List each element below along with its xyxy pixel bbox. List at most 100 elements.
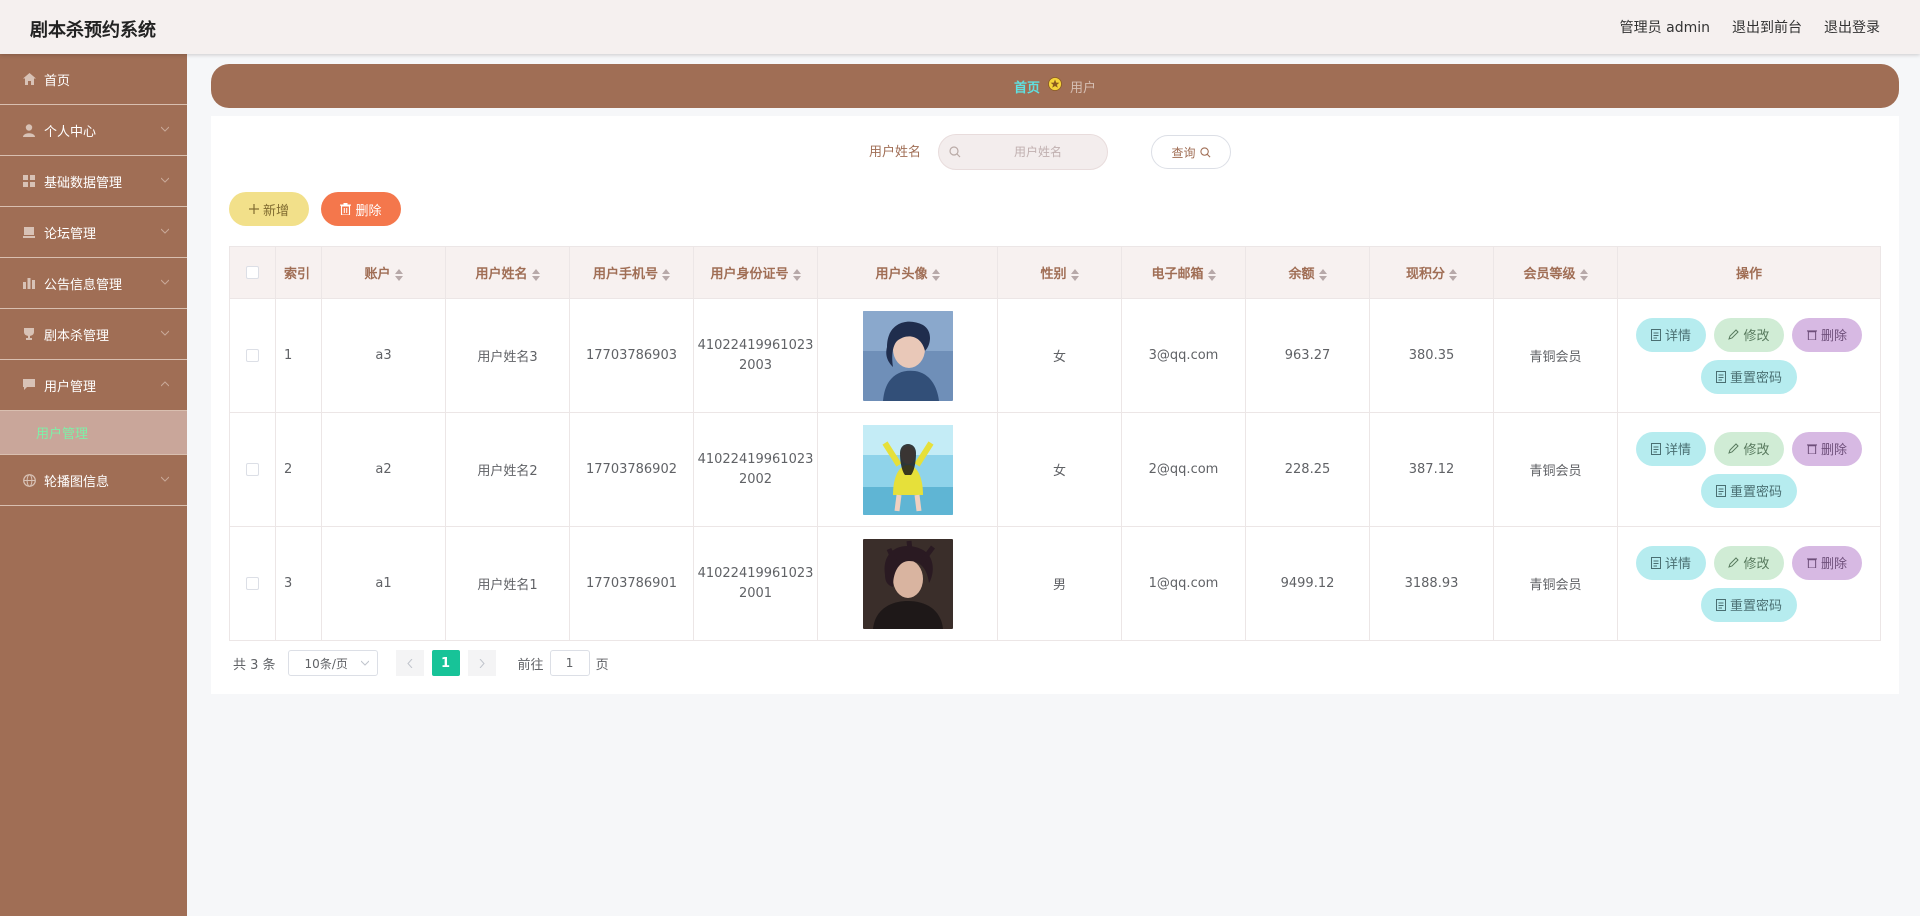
select-all-checkbox[interactable]: [246, 266, 259, 279]
goto-page: 前往 页: [518, 650, 609, 676]
cell-balance: 9499.12: [1245, 526, 1370, 641]
reset-password-button[interactable]: 重置密码: [1701, 587, 1797, 622]
trash-icon: [1806, 558, 1817, 568]
header-points[interactable]: 现积分: [1369, 246, 1494, 299]
goto-page-input[interactable]: [549, 650, 590, 676]
sort-icon[interactable]: [394, 268, 403, 281]
search-label: 用户姓名: [869, 145, 922, 160]
header-avatar[interactable]: 用户头像: [817, 246, 998, 299]
query-button[interactable]: 查询: [1151, 135, 1231, 169]
sort-icon[interactable]: [1318, 268, 1327, 281]
avatar[interactable]: [862, 424, 953, 515]
chevron-left-icon: [406, 658, 412, 668]
prev-page-button[interactable]: [395, 650, 424, 676]
header-phone[interactable]: 用户手机号: [569, 246, 694, 299]
header-email[interactable]: 电子邮箱: [1121, 246, 1246, 299]
breadcrumb-home[interactable]: 首页: [1014, 77, 1040, 96]
trash-icon: [1806, 444, 1817, 454]
logout-link[interactable]: 退出登录: [1824, 17, 1880, 37]
delete-button[interactable]: 删除: [1792, 431, 1862, 466]
header-level[interactable]: 会员等级: [1493, 246, 1618, 299]
cell-account: a2: [321, 412, 446, 527]
cell-actions: 详情 修改 删除 重置密码: [1617, 526, 1881, 641]
sort-icon[interactable]: [662, 268, 670, 281]
detail-button[interactable]: 详情: [1636, 317, 1706, 352]
sort-icon[interactable]: [792, 268, 801, 281]
header-balance[interactable]: 余额: [1245, 246, 1370, 299]
page-number-current[interactable]: 1: [431, 650, 460, 676]
breadcrumb-current: 用户: [1070, 80, 1097, 96]
cell-gender: 女: [997, 412, 1122, 527]
chevron-down-icon: [161, 126, 169, 132]
home-icon: [22, 72, 36, 86]
sort-icon[interactable]: [531, 268, 540, 281]
next-page-button[interactable]: [467, 650, 496, 676]
sidebar-item-forum[interactable]: 论坛管理: [0, 207, 187, 258]
grid-icon: [22, 174, 36, 188]
row-checkbox[interactable]: [246, 463, 259, 476]
cell-id-card: 41022419961023 2003: [693, 298, 818, 413]
cell-points: 387.12: [1369, 412, 1494, 527]
sidebar-item-home[interactable]: 首页: [0, 54, 187, 105]
top-header: 剧本杀预约系统 管理员 admin 退出到前台 退出登录: [0, 0, 1920, 54]
sidebar-subitem-user-management[interactable]: 用户管理: [0, 411, 187, 455]
reset-password-button[interactable]: 重置密码: [1701, 359, 1797, 394]
sort-icon[interactable]: [1579, 268, 1588, 281]
sidebar-item-users[interactable]: 用户管理: [0, 360, 187, 411]
app-title: 剧本杀预约系统: [30, 20, 156, 41]
page-size-select[interactable]: 10条/页: [287, 650, 378, 676]
pagination: 共 3 条 10条/页 1 前往 页: [233, 650, 609, 676]
back-to-front-link[interactable]: 退出到前台: [1732, 17, 1802, 37]
reset-password-button[interactable]: 重置密码: [1701, 473, 1797, 508]
document-icon: [1650, 442, 1661, 455]
sidebar-item-notice[interactable]: 公告信息管理: [0, 258, 187, 309]
cell-avatar: [817, 298, 998, 413]
add-button[interactable]: 新增: [229, 192, 309, 226]
plus-icon: [248, 204, 259, 214]
sidebar-item-basic-data[interactable]: 基础数据管理: [0, 156, 187, 207]
sidebar-item-profile[interactable]: 个人中心: [0, 105, 187, 156]
sort-icon[interactable]: [1207, 268, 1216, 281]
detail-button[interactable]: 详情: [1636, 545, 1706, 580]
sidebar-item-carousel[interactable]: 轮播图信息: [0, 455, 187, 506]
header-account[interactable]: 账户: [321, 246, 446, 299]
chat-icon: [22, 378, 36, 392]
sidebar-item-script[interactable]: 剧本杀管理: [0, 309, 187, 360]
delete-button[interactable]: 删除: [1792, 545, 1862, 580]
globe-icon: [22, 473, 36, 487]
header-id-card[interactable]: 用户身份证号: [693, 246, 818, 299]
cell-actions: 详情 修改 删除 重置密码: [1617, 298, 1881, 413]
header-name[interactable]: 用户姓名: [445, 246, 570, 299]
batch-delete-button[interactable]: 删除: [321, 192, 401, 226]
sort-icon[interactable]: [1070, 268, 1079, 281]
row-checkbox[interactable]: [246, 577, 259, 590]
cell-level: 青铜会员: [1493, 526, 1618, 641]
document-icon: [1650, 328, 1661, 341]
sort-icon[interactable]: [931, 268, 940, 281]
user-icon: [22, 123, 36, 137]
cell-avatar: [817, 412, 998, 527]
edit-button[interactable]: 修改: [1714, 545, 1784, 580]
cell-level: 青铜会员: [1493, 298, 1618, 413]
edit-button[interactable]: 修改: [1714, 431, 1784, 466]
edit-icon: [1728, 557, 1740, 568]
delete-button[interactable]: 删除: [1792, 317, 1862, 352]
row-checkbox[interactable]: [246, 349, 259, 362]
sort-icon[interactable]: [1449, 268, 1457, 281]
batch-delete-label: 删除: [355, 203, 382, 219]
user-table: 索引 账户 用户姓名 用户手机号 用户身份证号 用户头像 性别 电子邮箱 余额 …: [229, 246, 1881, 641]
edit-icon: [1728, 329, 1740, 340]
add-button-label: 新增: [262, 203, 289, 219]
edit-button[interactable]: 修改: [1714, 317, 1784, 352]
avatar[interactable]: [862, 310, 953, 401]
sidebar-item-label: 基础数据管理: [44, 175, 123, 191]
avatar[interactable]: [862, 538, 953, 629]
search-input-wrap: [938, 134, 1108, 170]
cell-gender: 男: [997, 526, 1122, 641]
header-gender[interactable]: 性别: [997, 246, 1122, 299]
sidebar-item-label: 剧本杀管理: [44, 328, 110, 344]
search-input[interactable]: [939, 135, 1107, 169]
query-button-label: 查询: [1171, 145, 1196, 160]
detail-button[interactable]: 详情: [1636, 431, 1706, 466]
cell-level: 青铜会员: [1493, 412, 1618, 527]
